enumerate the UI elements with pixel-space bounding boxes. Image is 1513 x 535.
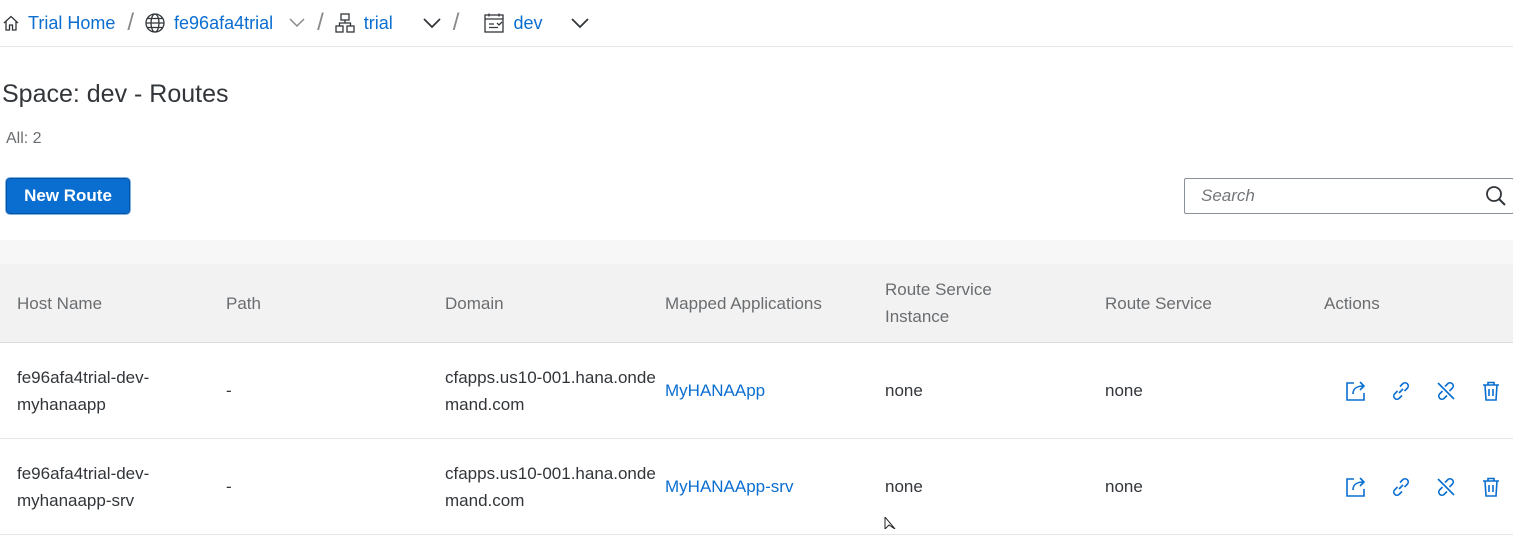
table-header: Host Name Path Domain Mapped Application… — [0, 264, 1513, 343]
globe-icon — [145, 13, 165, 33]
domain-cell: cfapps.us10-001.hana.ondemand.com — [445, 463, 656, 510]
column-header-host-name[interactable]: Host Name — [0, 290, 226, 317]
column-header-route-service-instance[interactable]: Route Service Instance — [885, 276, 1031, 330]
search-input[interactable] — [1185, 185, 1481, 207]
breadcrumb-separator: / — [127, 9, 135, 36]
chevron-down-icon[interactable] — [423, 17, 441, 29]
domain-cell: cfapps.us10-001.hana.ondemand.com — [445, 367, 656, 414]
breadcrumb-label: fe96afa4trial — [174, 12, 274, 33]
delete-icon[interactable] — [1468, 471, 1513, 503]
route-service-cell: none — [1105, 477, 1143, 496]
map-route-icon[interactable] — [1379, 375, 1424, 407]
open-icon[interactable] — [1334, 471, 1379, 503]
mapped-application-link[interactable]: MyHANAApp — [665, 377, 885, 404]
host-name-cell: fe96afa4trial-dev-myhanaapp-srv — [17, 463, 150, 510]
column-header-path[interactable]: Path — [226, 290, 445, 317]
breadcrumb-space[interactable]: dev — [483, 12, 543, 34]
breadcrumb-separator: / — [452, 9, 460, 36]
path-cell: - — [226, 477, 232, 496]
row-actions — [1324, 471, 1513, 503]
mapped-application-link[interactable]: MyHANAApp-srv — [665, 473, 885, 500]
hierarchy-icon — [335, 13, 355, 33]
page-title: Space: dev - Routes — [2, 80, 229, 108]
chevron-down-icon[interactable] — [570, 17, 589, 29]
host-name-cell: fe96afa4trial-dev-myhanaapp — [17, 367, 150, 414]
route-count: All: 2 — [6, 130, 42, 147]
table-row[interactable]: fe96afa4trial-dev-myhanaapp - cfapps.us1… — [0, 343, 1513, 439]
route-service-cell: none — [1105, 381, 1143, 400]
breadcrumb-trial-home[interactable]: Trial Home — [2, 13, 115, 34]
column-header-domain[interactable]: Domain — [445, 290, 665, 317]
unmap-route-icon[interactable] — [1424, 471, 1469, 503]
route-service-instance-cell: none — [885, 381, 923, 400]
new-route-button[interactable]: New Route — [6, 178, 130, 214]
mouse-pointer-icon — [884, 515, 898, 534]
chevron-down-icon[interactable] — [289, 18, 305, 28]
column-header-route-service[interactable]: Route Service — [1105, 290, 1324, 317]
breadcrumb-org[interactable]: trial — [334, 12, 393, 34]
breadcrumb-label: trial — [363, 12, 393, 33]
delete-icon[interactable] — [1468, 375, 1513, 407]
home-icon — [3, 15, 19, 31]
route-service-instance-cell: none — [885, 477, 923, 496]
unmap-route-icon[interactable] — [1424, 375, 1469, 407]
row-actions — [1324, 375, 1513, 407]
table-row[interactable]: fe96afa4trial-dev-myhanaapp-srv - cfapps… — [0, 439, 1513, 535]
search-icon[interactable] — [1481, 185, 1513, 207]
path-cell: - — [226, 381, 232, 400]
breadcrumb: Trial Home / fe96afa4trial / trial / dev — [0, 0, 1513, 47]
column-header-mapped-applications[interactable]: Mapped Applications — [665, 290, 885, 317]
routes-table: Host Name Path Domain Mapped Application… — [0, 240, 1513, 535]
space-icon — [484, 13, 505, 33]
search-field — [1184, 178, 1513, 214]
open-icon[interactable] — [1334, 375, 1379, 407]
breadcrumb-label: Trial Home — [28, 12, 116, 33]
table-toolbar-spacer — [0, 240, 1513, 264]
breadcrumb-label: dev — [513, 12, 543, 33]
breadcrumb-subaccount[interactable]: fe96afa4trial — [144, 12, 273, 34]
breadcrumb-separator: / — [317, 9, 324, 36]
map-route-icon[interactable] — [1379, 471, 1424, 503]
column-header-actions: Actions — [1324, 293, 1380, 313]
